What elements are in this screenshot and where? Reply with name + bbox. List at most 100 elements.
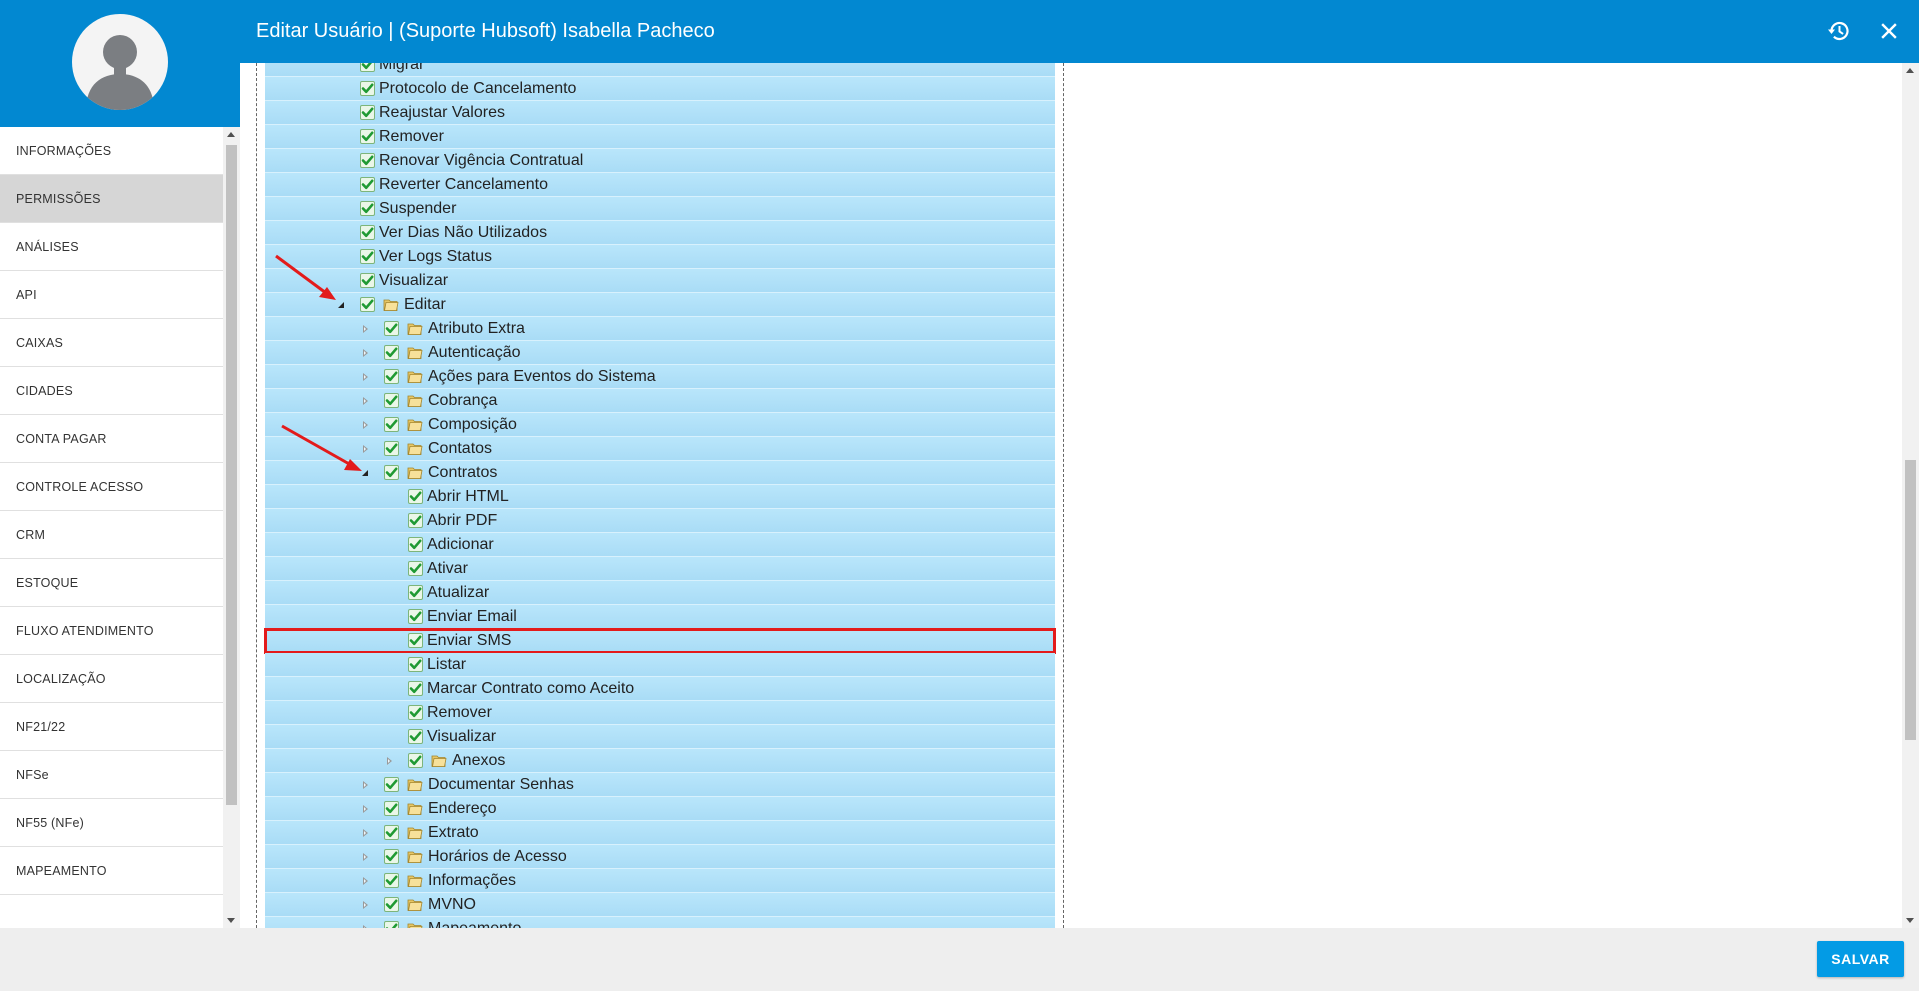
tree-node[interactable]: Anexos — [265, 749, 1055, 773]
checkbox-checked-icon[interactable] — [384, 465, 399, 480]
tree-node[interactable]: Marcar Contrato como Aceito — [265, 677, 1055, 701]
sidebar-item[interactable]: PERMISSÕES — [0, 175, 223, 223]
tree-node[interactable]: Contatos — [265, 437, 1055, 461]
collapsed-triangle-icon[interactable] — [361, 421, 371, 431]
collapsed-triangle-icon[interactable] — [361, 349, 371, 359]
tree-node[interactable]: Ver Logs Status — [265, 245, 1055, 269]
checkbox-checked-icon[interactable] — [360, 63, 375, 72]
scroll-up-arrow-icon[interactable] — [1906, 68, 1914, 73]
tree-node[interactable]: Visualizar — [265, 725, 1055, 749]
tree-node[interactable]: Visualizar — [265, 269, 1055, 293]
checkbox-checked-icon[interactable] — [384, 441, 399, 456]
tree-node[interactable]: Autenticação — [265, 341, 1055, 365]
tree-node[interactable]: Suspender — [265, 197, 1055, 221]
tree-node[interactable]: Editar — [265, 293, 1055, 317]
tree-node[interactable]: Protocolo de Cancelamento — [265, 77, 1055, 101]
tree-node[interactable]: Extrato — [265, 821, 1055, 845]
tree-node[interactable]: Remover — [265, 701, 1055, 725]
collapsed-triangle-icon[interactable] — [361, 325, 371, 335]
checkbox-checked-icon[interactable] — [408, 657, 423, 672]
sidebar-item[interactable]: CRM — [0, 511, 223, 559]
tree-node[interactable]: Contratos — [265, 461, 1055, 485]
sidebar-item[interactable]: FLUXO ATENDIMENTO — [0, 607, 223, 655]
sidebar-item[interactable]: CIDADES — [0, 367, 223, 415]
sidebar-item[interactable]: CONTA PAGAR — [0, 415, 223, 463]
tree-node[interactable]: Mapeamento — [265, 917, 1055, 928]
collapsed-triangle-icon[interactable] — [361, 853, 371, 863]
sidebar-item[interactable]: NFSe — [0, 751, 223, 799]
checkbox-checked-icon[interactable] — [408, 633, 423, 648]
checkbox-checked-icon[interactable] — [360, 249, 375, 264]
tree-node[interactable]: Documentar Senhas — [265, 773, 1055, 797]
tree-node[interactable]: Reverter Cancelamento — [265, 173, 1055, 197]
sidebar-item[interactable]: MAPEAMENTO — [0, 847, 223, 895]
checkbox-checked-icon[interactable] — [408, 705, 423, 720]
history-icon[interactable] — [1822, 14, 1856, 48]
collapsed-triangle-icon[interactable] — [361, 445, 371, 455]
sidebar-item[interactable]: LOCALIZAÇÃO — [0, 655, 223, 703]
checkbox-checked-icon[interactable] — [408, 489, 423, 504]
scroll-up-arrow-icon[interactable] — [227, 132, 235, 137]
tree-node[interactable]: Reajustar Valores — [265, 101, 1055, 125]
tree-node[interactable]: Abrir PDF — [265, 509, 1055, 533]
checkbox-checked-icon[interactable] — [384, 873, 399, 888]
tree-node[interactable]: MVNO — [265, 893, 1055, 917]
tree-node[interactable]: Enviar SMS — [264, 628, 1056, 654]
collapsed-triangle-icon[interactable] — [385, 757, 395, 767]
collapsed-triangle-icon[interactable] — [361, 877, 371, 887]
checkbox-checked-icon[interactable] — [384, 897, 399, 912]
close-icon[interactable] — [1872, 14, 1906, 48]
expanded-triangle-icon[interactable] — [337, 301, 347, 311]
checkbox-checked-icon[interactable] — [408, 681, 423, 696]
collapsed-triangle-icon[interactable] — [361, 901, 371, 911]
checkbox-checked-icon[interactable] — [384, 921, 399, 928]
checkbox-checked-icon[interactable] — [384, 801, 399, 816]
checkbox-checked-icon[interactable] — [360, 129, 375, 144]
tree-node[interactable]: Ativar — [265, 557, 1055, 581]
checkbox-checked-icon[interactable] — [384, 393, 399, 408]
scroll-down-arrow-icon[interactable] — [227, 918, 235, 923]
expanded-triangle-icon[interactable] — [361, 469, 371, 479]
checkbox-checked-icon[interactable] — [384, 369, 399, 384]
checkbox-checked-icon[interactable] — [384, 777, 399, 792]
sidebar-scrollbar[interactable] — [223, 127, 240, 928]
tree-node[interactable]: Atributo Extra — [265, 317, 1055, 341]
checkbox-checked-icon[interactable] — [360, 105, 375, 120]
tree-node[interactable]: Renovar Vigência Contratual — [265, 149, 1055, 173]
checkbox-checked-icon[interactable] — [384, 417, 399, 432]
checkbox-checked-icon[interactable] — [408, 729, 423, 744]
save-button[interactable]: SALVAR — [1817, 941, 1904, 977]
tree-node[interactable]: Abrir HTML — [265, 485, 1055, 509]
checkbox-checked-icon[interactable] — [360, 177, 375, 192]
tree-node[interactable]: Enviar Email — [265, 605, 1055, 629]
collapsed-triangle-icon[interactable] — [361, 805, 371, 815]
collapsed-triangle-icon[interactable] — [361, 397, 371, 407]
scroll-down-arrow-icon[interactable] — [1906, 918, 1914, 923]
tree-node[interactable]: Migrar — [265, 63, 1055, 77]
collapsed-triangle-icon[interactable] — [361, 373, 371, 383]
checkbox-checked-icon[interactable] — [360, 225, 375, 240]
sidebar-item[interactable]: ESTOQUE — [0, 559, 223, 607]
tree-node[interactable]: Informações — [265, 869, 1055, 893]
checkbox-checked-icon[interactable] — [408, 513, 423, 528]
tree-node[interactable]: Atualizar — [265, 581, 1055, 605]
checkbox-checked-icon[interactable] — [360, 273, 375, 288]
checkbox-checked-icon[interactable] — [408, 609, 423, 624]
tree-node[interactable]: Ver Dias Não Utilizados — [265, 221, 1055, 245]
tree-node[interactable]: Composição — [265, 413, 1055, 437]
main-scrollbar[interactable] — [1902, 63, 1919, 928]
tree-node[interactable]: Endereço — [265, 797, 1055, 821]
checkbox-checked-icon[interactable] — [408, 537, 423, 552]
tree-node[interactable]: Horários de Acesso — [265, 845, 1055, 869]
checkbox-checked-icon[interactable] — [360, 81, 375, 96]
sidebar-item[interactable]: NF55 (NFe) — [0, 799, 223, 847]
tree-node[interactable]: Remover — [265, 125, 1055, 149]
sidebar-item[interactable]: NF21/22 — [0, 703, 223, 751]
sidebar-item[interactable]: INFORMAÇÕES — [0, 127, 223, 175]
tree-node[interactable]: Listar — [265, 653, 1055, 677]
checkbox-checked-icon[interactable] — [408, 561, 423, 576]
tree-node[interactable]: Adicionar — [265, 533, 1055, 557]
checkbox-checked-icon[interactable] — [360, 297, 375, 312]
sidebar-item[interactable]: ANÁLISES — [0, 223, 223, 271]
sidebar-item[interactable]: CAIXAS — [0, 319, 223, 367]
